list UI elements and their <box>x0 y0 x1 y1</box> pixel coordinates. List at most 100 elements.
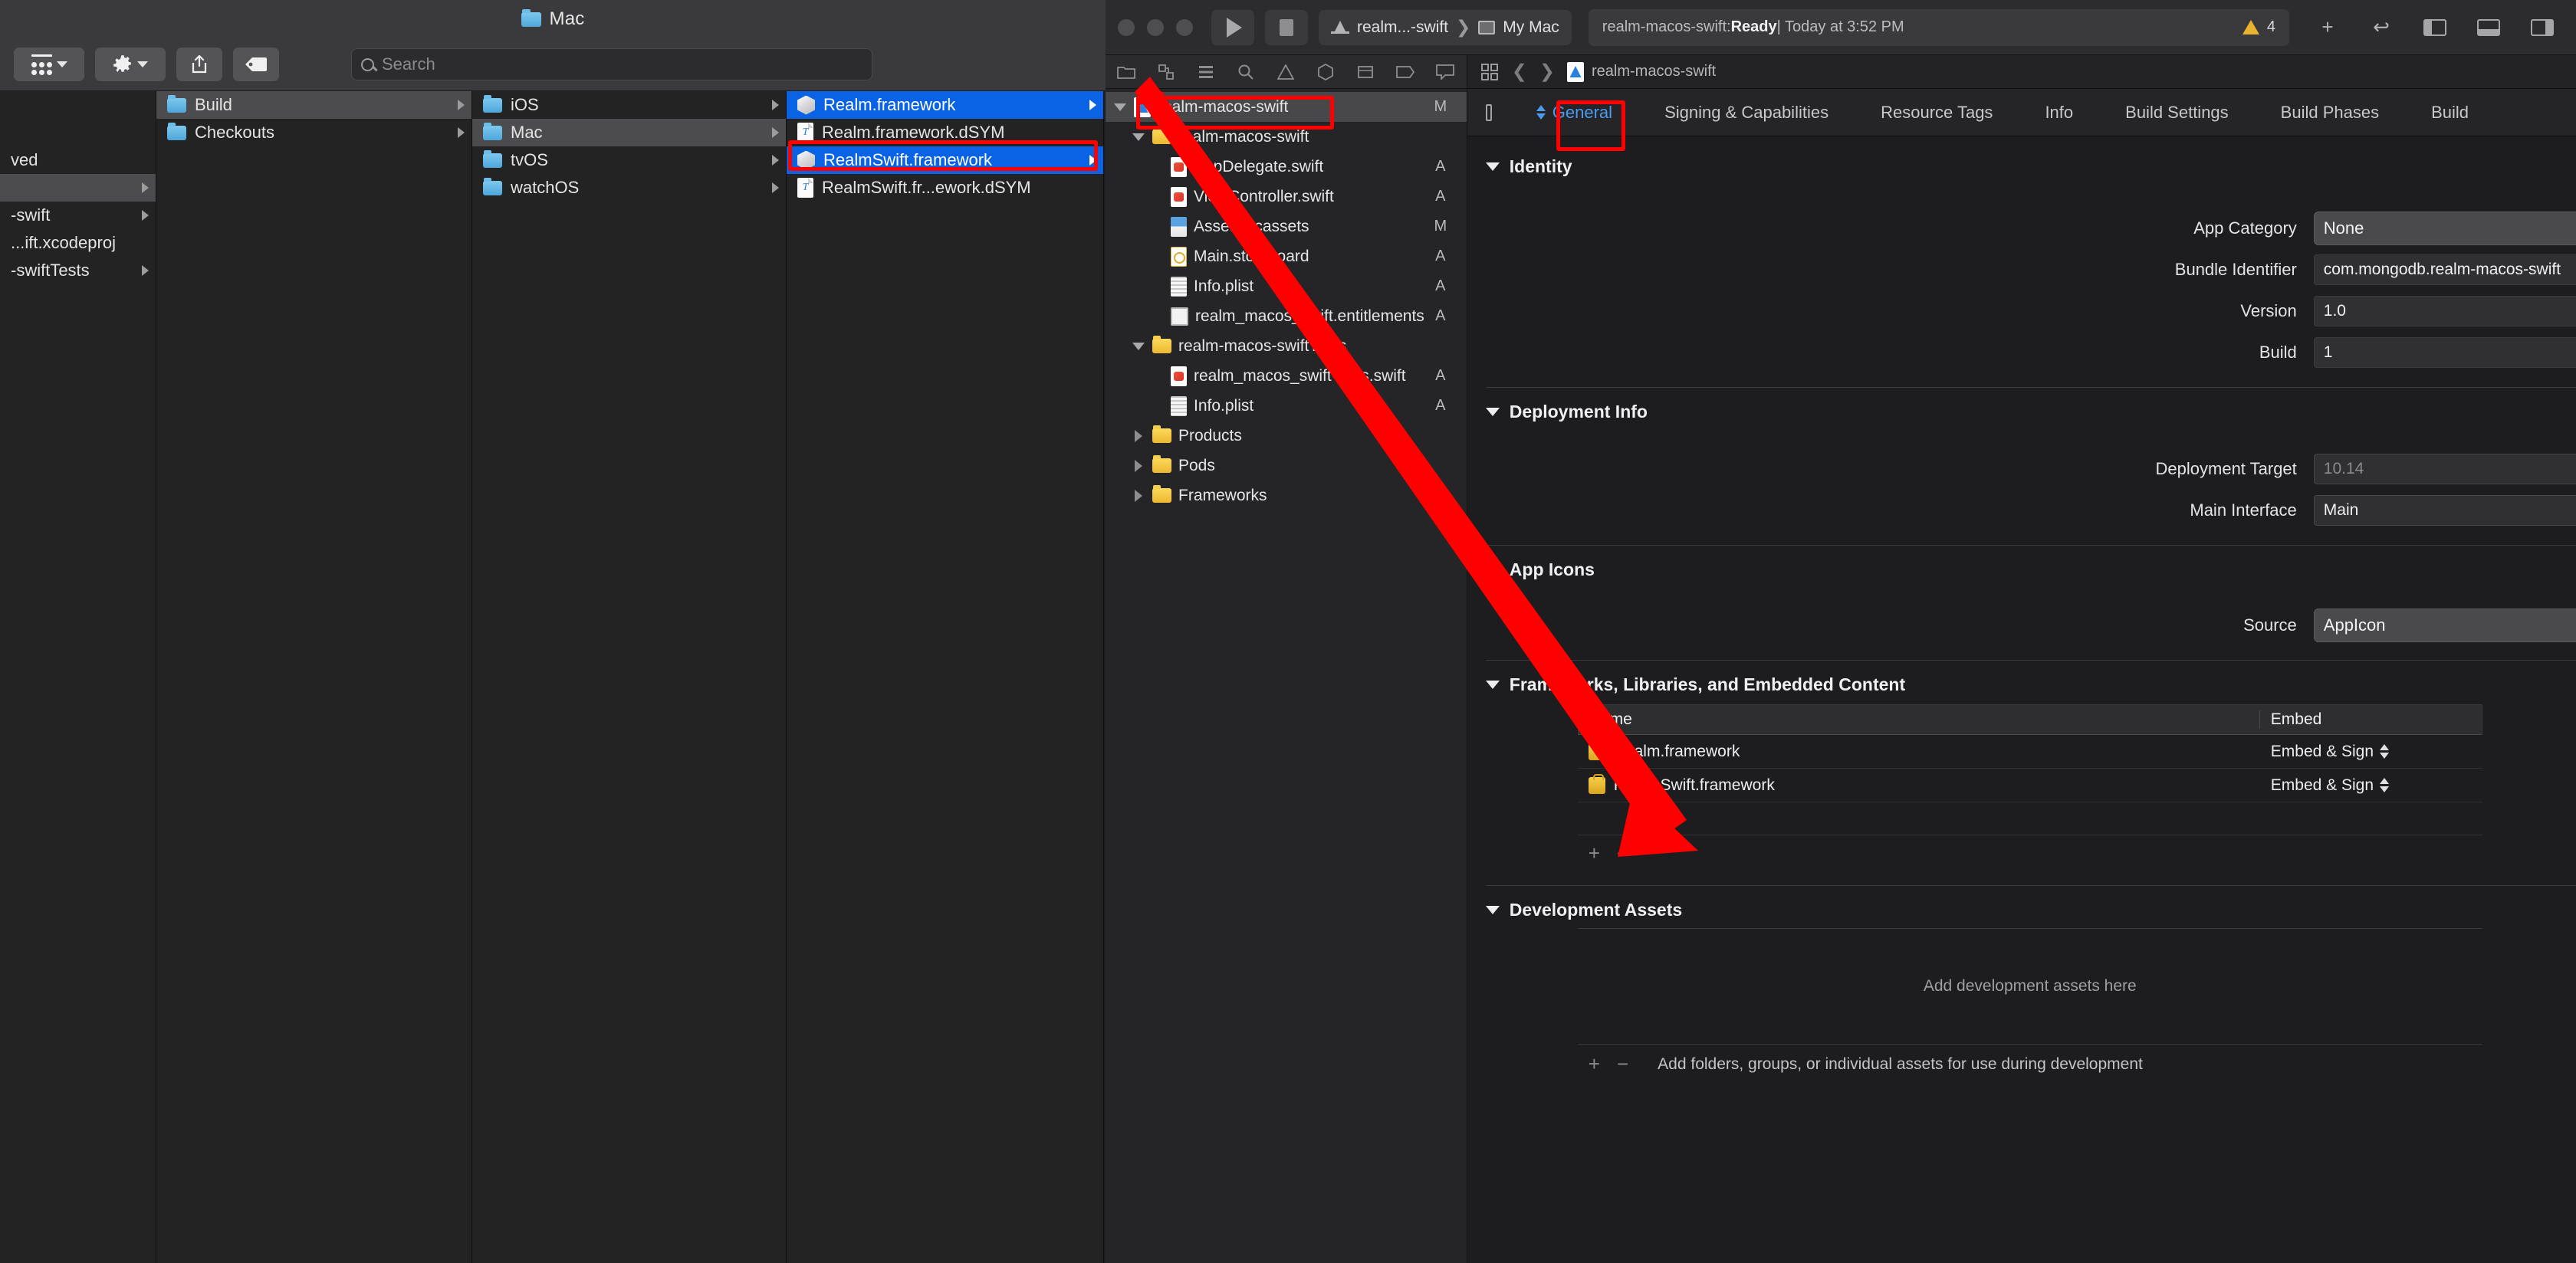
development-assets-empty[interactable]: Add development assets here <box>1578 929 2482 1044</box>
finder-item-watchos[interactable]: watchOS <box>472 174 786 202</box>
share-button[interactable] <box>176 48 222 81</box>
navigator-item[interactable]: Assets.xcassets M <box>1106 212 1467 241</box>
finder-item-tvos[interactable]: tvOS <box>472 146 786 174</box>
navigator-item[interactable]: Pods <box>1106 451 1467 481</box>
disclosure-triangle-right-icon[interactable] <box>1132 429 1145 442</box>
finder-item-realm-dsym[interactable]: T Realm.framework.dSYM <box>787 119 1103 146</box>
finder-item-build[interactable]: Build <box>156 91 472 119</box>
disclosure-triangle-down-icon[interactable] <box>1132 133 1145 141</box>
app-category-popup[interactable]: None <box>2313 212 2576 245</box>
navigator-item[interactable]: Info.plist A <box>1106 271 1467 301</box>
toggle-inspector-button[interactable] <box>2521 10 2564 45</box>
finder-item[interactable]: -swiftTests <box>0 257 156 284</box>
navigator-item[interactable]: AppDelegate.swift A <box>1106 152 1467 182</box>
bundle-identifier-input[interactable]: com.mongodb.realm-macos-swift <box>2313 254 2576 285</box>
finder-item-ios[interactable]: iOS <box>472 91 786 119</box>
finder-item[interactable] <box>0 174 156 202</box>
section-header-frameworks[interactable]: Frameworks, Libraries, and Embedded Cont… <box>1467 674 2576 695</box>
project-editor-tab-bar: General Signing & Capabilities Resource Ta… <box>1467 89 2576 136</box>
status-warning-group[interactable]: 4 <box>2242 18 2275 36</box>
finder-item-mac[interactable]: Mac <box>472 119 786 146</box>
tab-build[interactable]: Build <box>2405 89 2495 136</box>
tab-build-settings[interactable]: Build Settings <box>2099 89 2255 136</box>
window-controls[interactable] <box>1118 18 1193 36</box>
deployment-target-combo[interactable]: 10.14 <box>2313 454 2576 484</box>
issue-icon[interactable] <box>1276 63 1296 81</box>
find-icon[interactable] <box>1236 63 1256 81</box>
search-input[interactable]: Search <box>351 48 872 80</box>
section-header-development-assets[interactable]: Development Assets <box>1467 900 2576 920</box>
finder-item[interactable]: ved <box>0 146 156 174</box>
navigator-item[interactable]: ViewController.swift A <box>1106 182 1467 212</box>
finder-item-checkouts[interactable]: Checkouts <box>156 119 472 146</box>
finder-item-realmswift-framework[interactable]: RealmSwift.framework <box>787 146 1103 174</box>
add-editor-button[interactable]: + <box>2306 10 2349 45</box>
finder-item-label: ved <box>11 150 38 169</box>
main-interface-combo[interactable]: Main <box>2313 495 2576 526</box>
navigator-item[interactable]: Frameworks <box>1106 481 1467 510</box>
toggle-project-list-button[interactable] <box>1467 89 1510 136</box>
navigator-item[interactable]: realm_macos_swift.entitlements A <box>1106 301 1467 331</box>
related-items-icon[interactable] <box>1480 63 1500 81</box>
view-options-button[interactable] <box>14 48 84 81</box>
tags-button[interactable] <box>233 48 279 81</box>
section-header-app-icons[interactable]: App Icons <box>1467 559 2576 580</box>
test-icon[interactable] <box>1316 63 1336 81</box>
toggle-debug-button[interactable] <box>2467 10 2510 45</box>
symbol-icon[interactable] <box>1196 63 1216 81</box>
navigator-item[interactable]: realm_macos_swiftTests.swift A <box>1106 361 1467 391</box>
section-title: Identity <box>1509 156 1572 176</box>
close-icon[interactable] <box>1118 18 1135 36</box>
table-row[interactable]: Realm.framework Embed & Sign <box>1577 735 2482 769</box>
disclosure-triangle-down-icon[interactable] <box>1132 342 1145 350</box>
disclosure-triangle-right-icon[interactable] <box>1132 489 1145 502</box>
embed-cell[interactable]: Embed & Sign <box>2260 743 2482 761</box>
add-framework-button[interactable]: + <box>1589 841 1600 865</box>
tab-signing-capabilities[interactable]: Signing & Capabilities <box>1638 89 1855 136</box>
navigator-item[interactable]: realm-macos-swiftTests <box>1106 331 1467 361</box>
embed-cell[interactable]: Embed & Sign <box>2260 776 2482 795</box>
disclosure-triangle-down-icon[interactable] <box>1113 103 1127 111</box>
scheme-destination-selector[interactable]: realm...-swift ❯ My Mac <box>1319 9 1572 45</box>
finder-item-realm-framework[interactable]: Realm.framework <box>787 91 1103 119</box>
source-control-icon[interactable] <box>1156 63 1176 81</box>
stop-button[interactable] <box>1265 9 1308 45</box>
minimize-icon[interactable] <box>1147 18 1164 36</box>
tab-info[interactable]: Info <box>2019 89 2099 136</box>
section-header-identity[interactable]: Identity <box>1467 156 2576 177</box>
breakpoint-icon[interactable] <box>1395 63 1415 81</box>
remove-framework-button[interactable]: − <box>1617 841 1628 865</box>
navigator-item[interactable]: Main.storyboard A <box>1106 241 1467 271</box>
activity-status-bar[interactable]: realm-macos-swift: Ready | Today at 3:52… <box>1588 8 2289 46</box>
finder-item[interactable]: -swift <box>0 202 156 229</box>
tab-resource-tags[interactable]: Resource Tags <box>1855 89 2019 136</box>
code-review-button[interactable]: ↩ <box>2360 10 2403 45</box>
toggle-navigator-button[interactable] <box>2413 10 2456 45</box>
folder-icon[interactable] <box>1116 63 1136 81</box>
build-input[interactable]: 1 <box>2313 337 2576 368</box>
forward-button[interactable]: ❯ <box>1539 61 1555 83</box>
version-input[interactable]: 1.0 <box>2313 296 2576 326</box>
tab-general[interactable]: General <box>1510 89 1638 136</box>
zoom-icon[interactable] <box>1176 18 1193 36</box>
add-asset-button[interactable]: + <box>1589 1052 1600 1076</box>
navigator-item[interactable]: realm-macos-swift <box>1106 122 1467 152</box>
finder-item[interactable]: ...ift.xcodeproj <box>0 229 156 257</box>
app-icon-source-popup[interactable]: AppIcon <box>2313 609 2576 642</box>
navigator-item[interactable]: Info.plist A <box>1106 391 1467 421</box>
finder-item-realmswift-dsym[interactable]: T RealmSwift.fr...ework.dSYM <box>787 174 1103 202</box>
back-button[interactable]: ❮ <box>1512 61 1527 83</box>
table-row[interactable]: RealmSwift.framework Embed & Sign <box>1577 769 2482 802</box>
group-icon <box>1152 336 1171 353</box>
breadcrumb[interactable]: realm-macos-swift <box>1567 61 1716 82</box>
navigator-item[interactable]: Products <box>1106 421 1467 451</box>
remove-asset-button[interactable]: − <box>1617 1052 1628 1076</box>
navigator-item[interactable]: realm-macos-swift M <box>1106 92 1467 122</box>
disclosure-triangle-right-icon[interactable] <box>1132 459 1145 472</box>
run-button[interactable] <box>1211 9 1254 45</box>
debug-icon[interactable] <box>1355 63 1375 81</box>
report-icon[interactable] <box>1435 63 1455 81</box>
action-menu-button[interactable] <box>95 48 166 81</box>
tab-build-phases[interactable]: Build Phases <box>2255 89 2405 136</box>
section-header-deployment-info[interactable]: Deployment Info <box>1467 402 2576 422</box>
